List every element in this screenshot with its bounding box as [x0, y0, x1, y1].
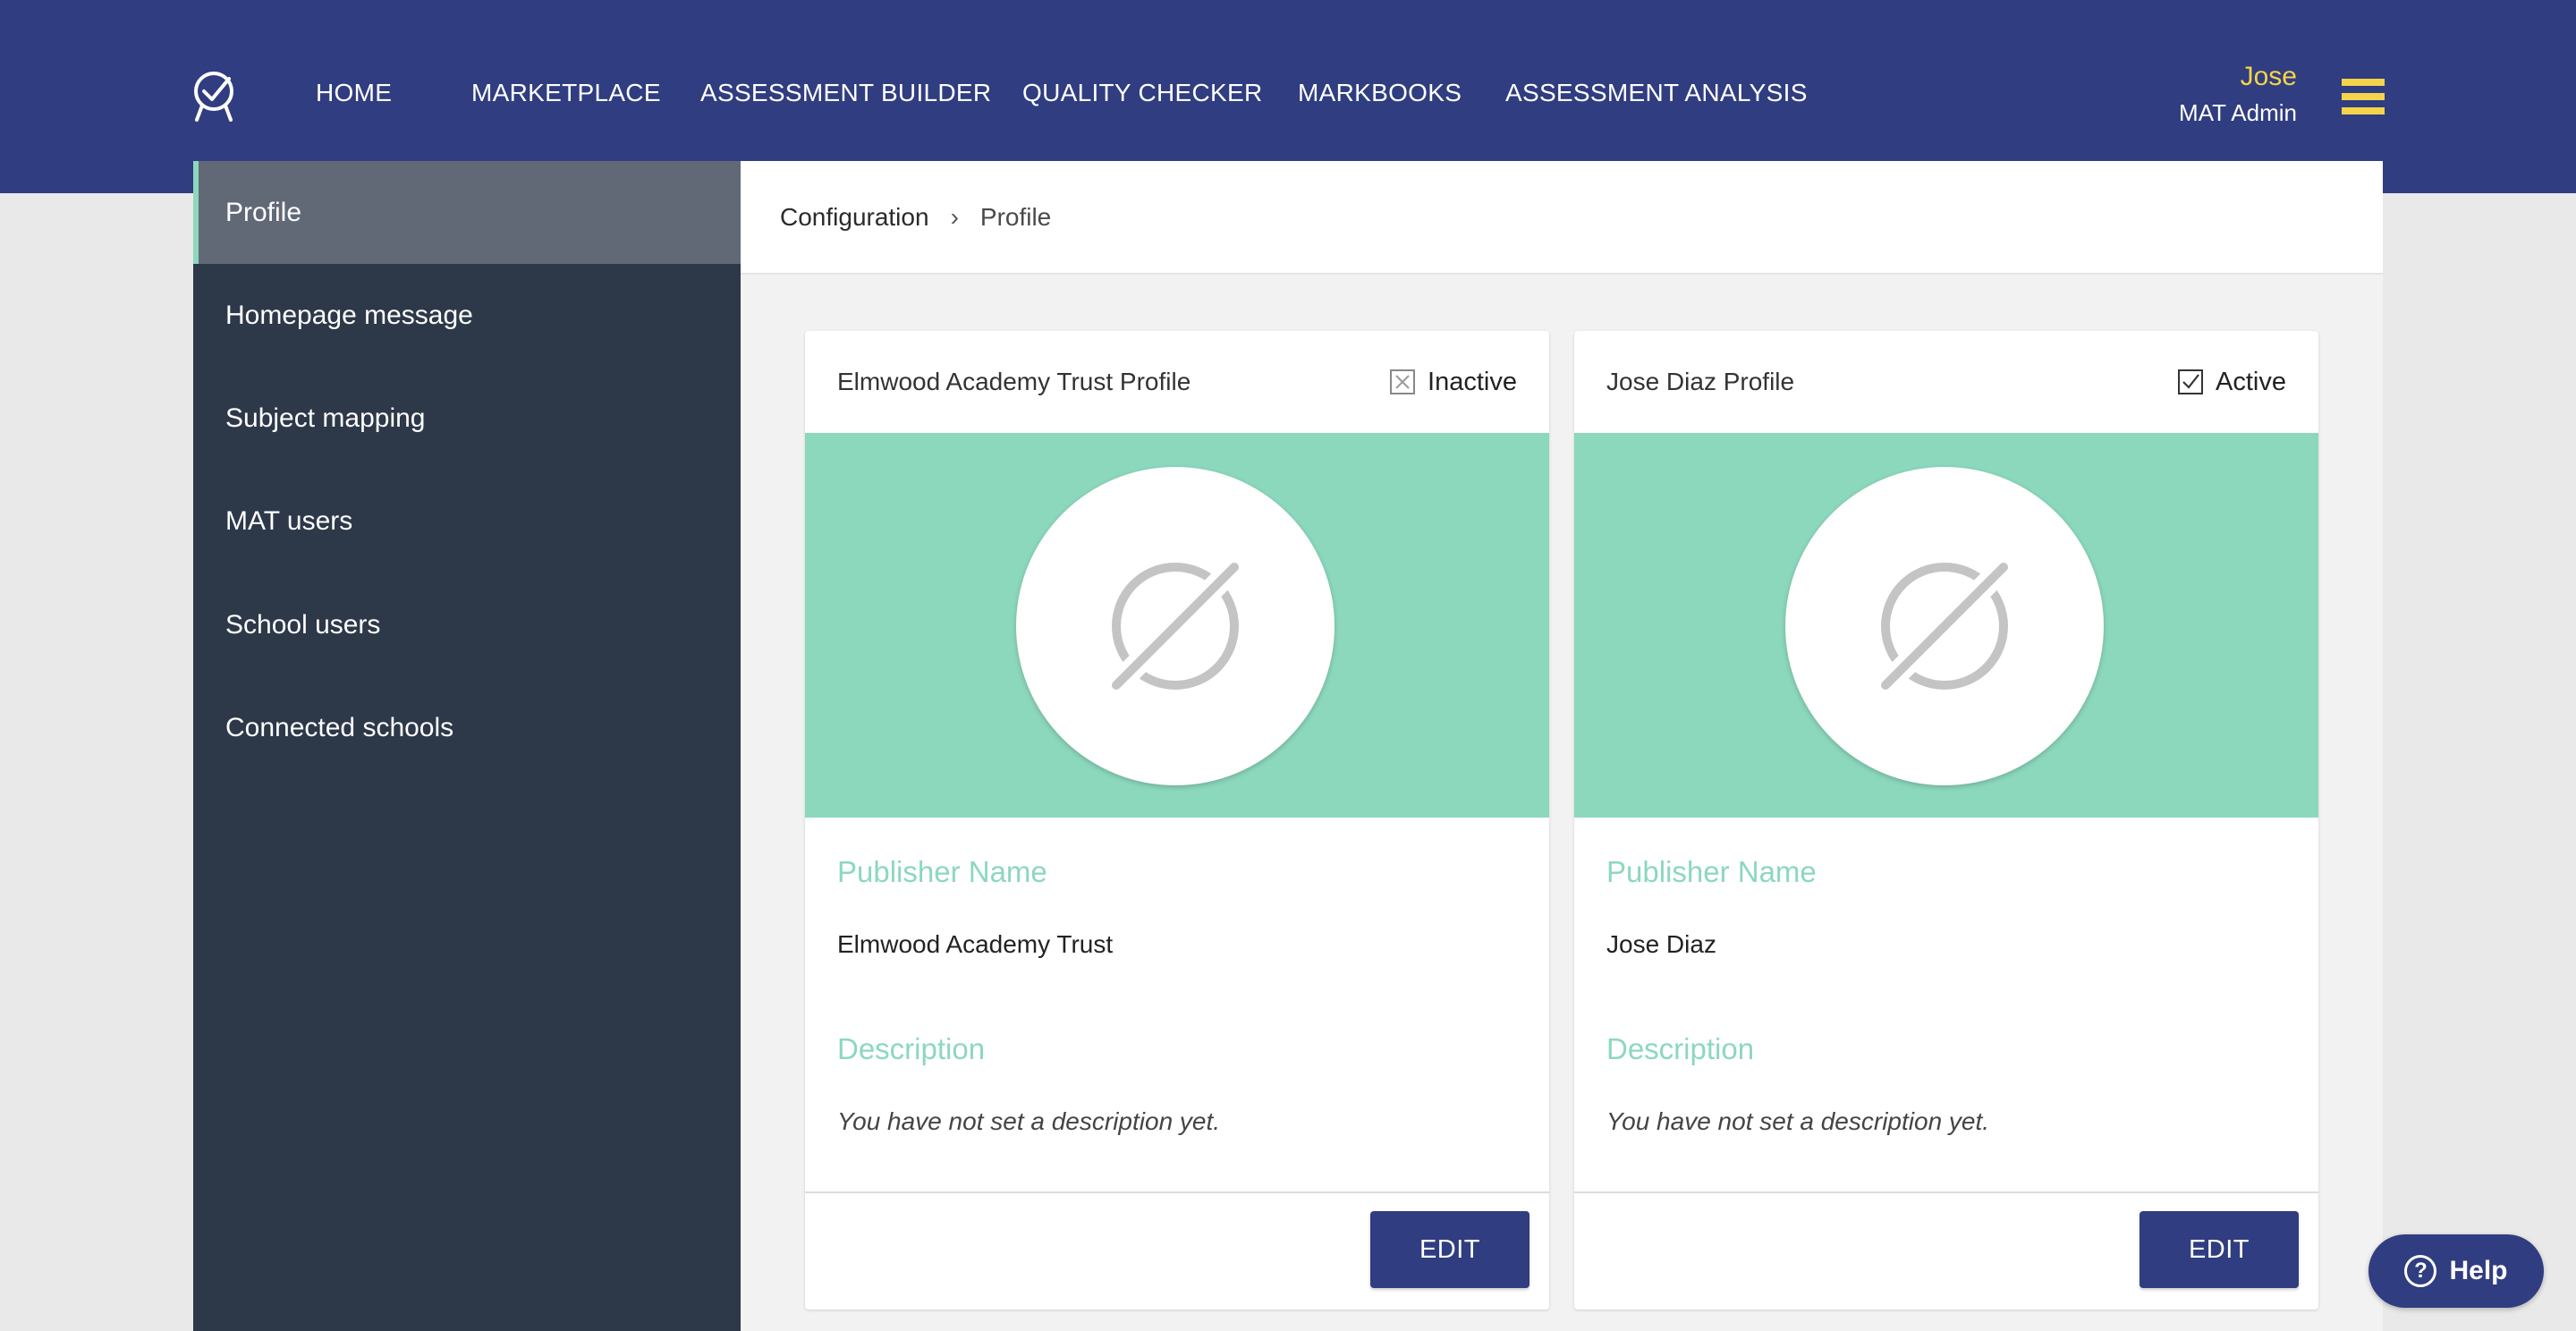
- empty-set-icon: [1109, 560, 1241, 692]
- status-label: Inactive: [1428, 367, 1517, 396]
- profile-card: Jose Diaz Profile Active Publisher Name: [1574, 331, 2318, 1310]
- sidebar-item-connected-schools[interactable]: Connected schools: [193, 676, 741, 779]
- sidebar-item-homepage-message[interactable]: Homepage message: [193, 264, 741, 367]
- edit-button[interactable]: EDIT: [2140, 1211, 2299, 1288]
- sidebar-item-label: School users: [225, 609, 381, 640]
- sidebar-item-subject-mapping[interactable]: Subject mapping: [193, 367, 741, 470]
- hamburger-menu-icon[interactable]: [2342, 79, 2385, 114]
- breadcrumb: Configuration › Profile: [741, 161, 2383, 275]
- help-label: Help: [2449, 1256, 2508, 1285]
- question-mark-icon: ?: [2404, 1255, 2437, 1287]
- sidebar-item-profile[interactable]: Profile: [193, 161, 741, 264]
- unchecked-x-icon[interactable]: [1390, 369, 1416, 394]
- user-role: MAT Admin: [2179, 99, 2297, 126]
- help-button[interactable]: ? Help: [2368, 1234, 2544, 1308]
- avatar[interactable]: [1785, 467, 2104, 785]
- status-toggle[interactable]: Active: [2178, 368, 2286, 397]
- sidebar-item-mat-users[interactable]: MAT users: [193, 470, 741, 572]
- profile-card: Elmwood Academy Trust Profile Inactive P…: [805, 331, 1549, 1310]
- card-title: Jose Diaz Profile: [1606, 368, 1795, 395]
- description-label: Description: [837, 1032, 986, 1065]
- description-label: Description: [1606, 1032, 1755, 1065]
- publisher-name-value: Jose Diaz: [1606, 930, 1716, 958]
- avatar[interactable]: [1016, 467, 1335, 785]
- empty-set-icon: [1878, 560, 2011, 692]
- profile-banner: [805, 433, 1549, 818]
- sidebar-item-label: Connected schools: [225, 712, 454, 742]
- breadcrumb-parent[interactable]: Configuration: [780, 203, 929, 232]
- sidebar-item-label: Subject mapping: [225, 403, 426, 433]
- publisher-name-label: Publisher Name: [837, 855, 1047, 888]
- sidebar-item-label: Profile: [225, 197, 302, 227]
- sidebar-item-label: MAT users: [225, 505, 353, 536]
- sidebar-item-school-users[interactable]: School users: [193, 573, 741, 676]
- card-footer: EDIT: [805, 1191, 1549, 1310]
- card-title: Elmwood Academy Trust Profile: [837, 368, 1191, 395]
- card-header: Elmwood Academy Trust Profile Inactive: [805, 331, 1549, 433]
- user-name: Jose: [2240, 62, 2297, 91]
- nav-marketplace[interactable]: MARKETPLACE: [471, 79, 661, 107]
- edit-button[interactable]: EDIT: [1370, 1211, 1530, 1288]
- nav-markbooks[interactable]: MARKBOOKS: [1298, 79, 1462, 107]
- nav-assessment-analysis[interactable]: ASSESSMENT ANALYSIS: [1505, 79, 1808, 107]
- nav-quality-checker[interactable]: QUALITY CHECKER: [1022, 79, 1263, 107]
- breadcrumb-current: Profile: [979, 202, 1052, 231]
- user-info[interactable]: Jose MAT Admin: [2179, 61, 2297, 129]
- publisher-name-value: Elmwood Academy Trust: [837, 930, 1114, 958]
- status-toggle[interactable]: Inactive: [1390, 368, 1517, 397]
- checked-checkbox-icon[interactable]: [2178, 369, 2204, 394]
- breadcrumb-separator: ›: [950, 202, 959, 231]
- publisher-name-label: Publisher Name: [1606, 855, 1817, 888]
- config-sidebar: Profile Homepage message Subject mapping…: [193, 161, 741, 1331]
- sidebar-item-label: Homepage message: [225, 300, 473, 330]
- card-footer: EDIT: [1574, 1191, 2318, 1310]
- app-logo-icon[interactable]: [190, 70, 238, 122]
- description-value: You have not set a description yet.: [1606, 1107, 1990, 1135]
- card-header: Jose Diaz Profile Active: [1574, 331, 2318, 433]
- main-content: Configuration › Profile Elmwood Academy …: [741, 161, 2383, 1331]
- description-value: You have not set a description yet.: [837, 1107, 1221, 1135]
- nav-home[interactable]: HOME: [316, 79, 392, 107]
- nav-assessment-builder[interactable]: ASSESSMENT BUILDER: [700, 79, 991, 107]
- profile-banner: [1574, 433, 2318, 818]
- status-label: Active: [2216, 367, 2286, 396]
